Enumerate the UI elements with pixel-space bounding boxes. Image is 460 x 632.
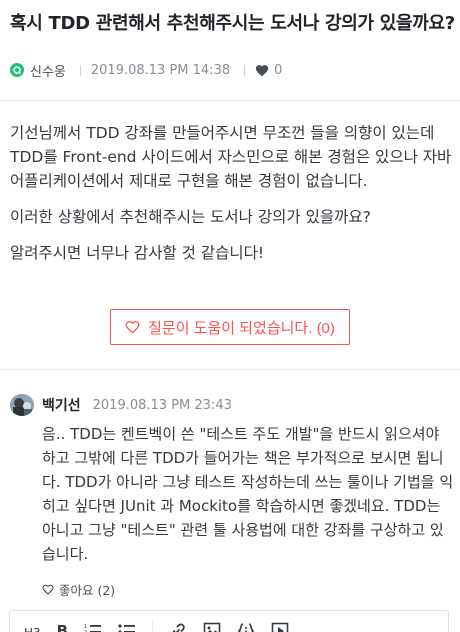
question-like-count[interactable]: 0: [255, 63, 282, 78]
heading-button[interactable]: H3: [24, 621, 41, 632]
question-date: 2019.08.13 PM 14:38: [90, 62, 231, 78]
answer-author[interactable]: 백기선: [42, 395, 81, 415]
answer-line: 습니다.: [42, 545, 89, 563]
answer-header: 백기선 2019.08.13 PM 23:43: [10, 394, 450, 416]
toolbar-divider: [152, 619, 154, 632]
helpful-section: 질문이 도움이 되었습니다. (0): [0, 277, 460, 369]
question-meta: 신수웅 2019.08.13 PM 14:38 0: [10, 58, 450, 82]
like-count-value: 0: [274, 62, 283, 78]
heart-filled-icon: [255, 64, 269, 76]
question-paragraph: 알려주시면 너무나 감사할 것 같습니다!: [10, 244, 265, 262]
meta-divider: [79, 64, 81, 76]
question-title: 혹시 TDD 관련해서 추천해주시는 도서나 강의가 있을까요?: [10, 13, 455, 34]
question-line: 기선님께서 TDD 강좌를 만들어주시면 무조껀 들을 의향이 있는데: [10, 124, 435, 142]
answer-line: 하고 그밖에 다른 TDD가 들어가는 책은 부가적으로 보시면 됩니: [42, 449, 444, 467]
answer-line: 음.. TDD는 켄트벡이 쓴 "테스트 주도 개발"을 반드시 읽으셔야: [42, 425, 440, 443]
link-icon[interactable]: [169, 619, 187, 632]
answer-date: 2019.08.13 PM 23:43: [92, 397, 232, 413]
answer-like-button[interactable]: 좋아요 (2): [42, 580, 115, 599]
answer-line: 아니고 그냥 "테스트" 관련 툴 사용법에 대한 강좌를 구상하고 있: [42, 521, 444, 539]
question-line: TDD를 Front-end 사이드에서 자스민으로 해본 경험은 있으나 자바: [10, 148, 452, 166]
answer-line: 히고 싶다면 JUnit 과 Mockito를 학습하시면 좋겠네요. TDD는: [42, 497, 441, 515]
helpful-label: 질문이 도움이 되었습니다. (0): [148, 319, 335, 337]
heart-outline-icon: [125, 321, 140, 334]
answer-item: 백기선 2019.08.13 PM 23:43 음.. TDD는 켄트벡이 쓴 …: [0, 370, 460, 599]
question-line: 어플리케이션에서 제대로 구현을 해본 경험이 없습니다.: [10, 172, 368, 190]
video-icon[interactable]: [271, 619, 289, 632]
meta-divider: [244, 64, 246, 76]
question-header: 혹시 TDD 관련해서 추천해주시는 도서나 강의가 있을까요? 신수웅 201…: [0, 0, 460, 82]
question-author[interactable]: 신수웅: [30, 61, 66, 80]
bold-button[interactable]: B: [57, 619, 68, 632]
avatar[interactable]: [10, 394, 34, 416]
code-block-icon[interactable]: [237, 619, 255, 632]
heart-outline-icon: [42, 584, 54, 595]
ordered-list-icon[interactable]: 12: [84, 619, 102, 632]
editor-toolbar: H3 B 12: [9, 610, 449, 632]
answer-body: 음.. TDD는 켄트벡이 쓴 "테스트 주도 개발"을 반드시 읽으셔야 하고…: [42, 422, 454, 566]
answer-line: 다. TDD가 아니라 그냥 테스트 작성하는데 쓰는 툴이나 기법을 익: [42, 473, 454, 491]
question-helpful-button[interactable]: 질문이 도움이 되었습니다. (0): [110, 309, 350, 345]
question-paragraph: 기선님께서 TDD 강좌를 만들어주시면 무조껀 들을 의향이 있는데 TDD를…: [10, 121, 452, 193]
question-paragraph: 이러한 상황에서 추천해주시는 도서나 강의가 있을까요?: [10, 208, 371, 226]
image-icon[interactable]: [203, 619, 221, 632]
bullet-list-icon[interactable]: [118, 619, 136, 632]
answer-like-label: 좋아요 (2): [59, 583, 116, 598]
author-badge-icon: [10, 63, 24, 77]
question-body: 기선님께서 TDD 강좌를 만들어주시면 무조껀 들을 의향이 있는데 TDD를…: [0, 101, 460, 265]
